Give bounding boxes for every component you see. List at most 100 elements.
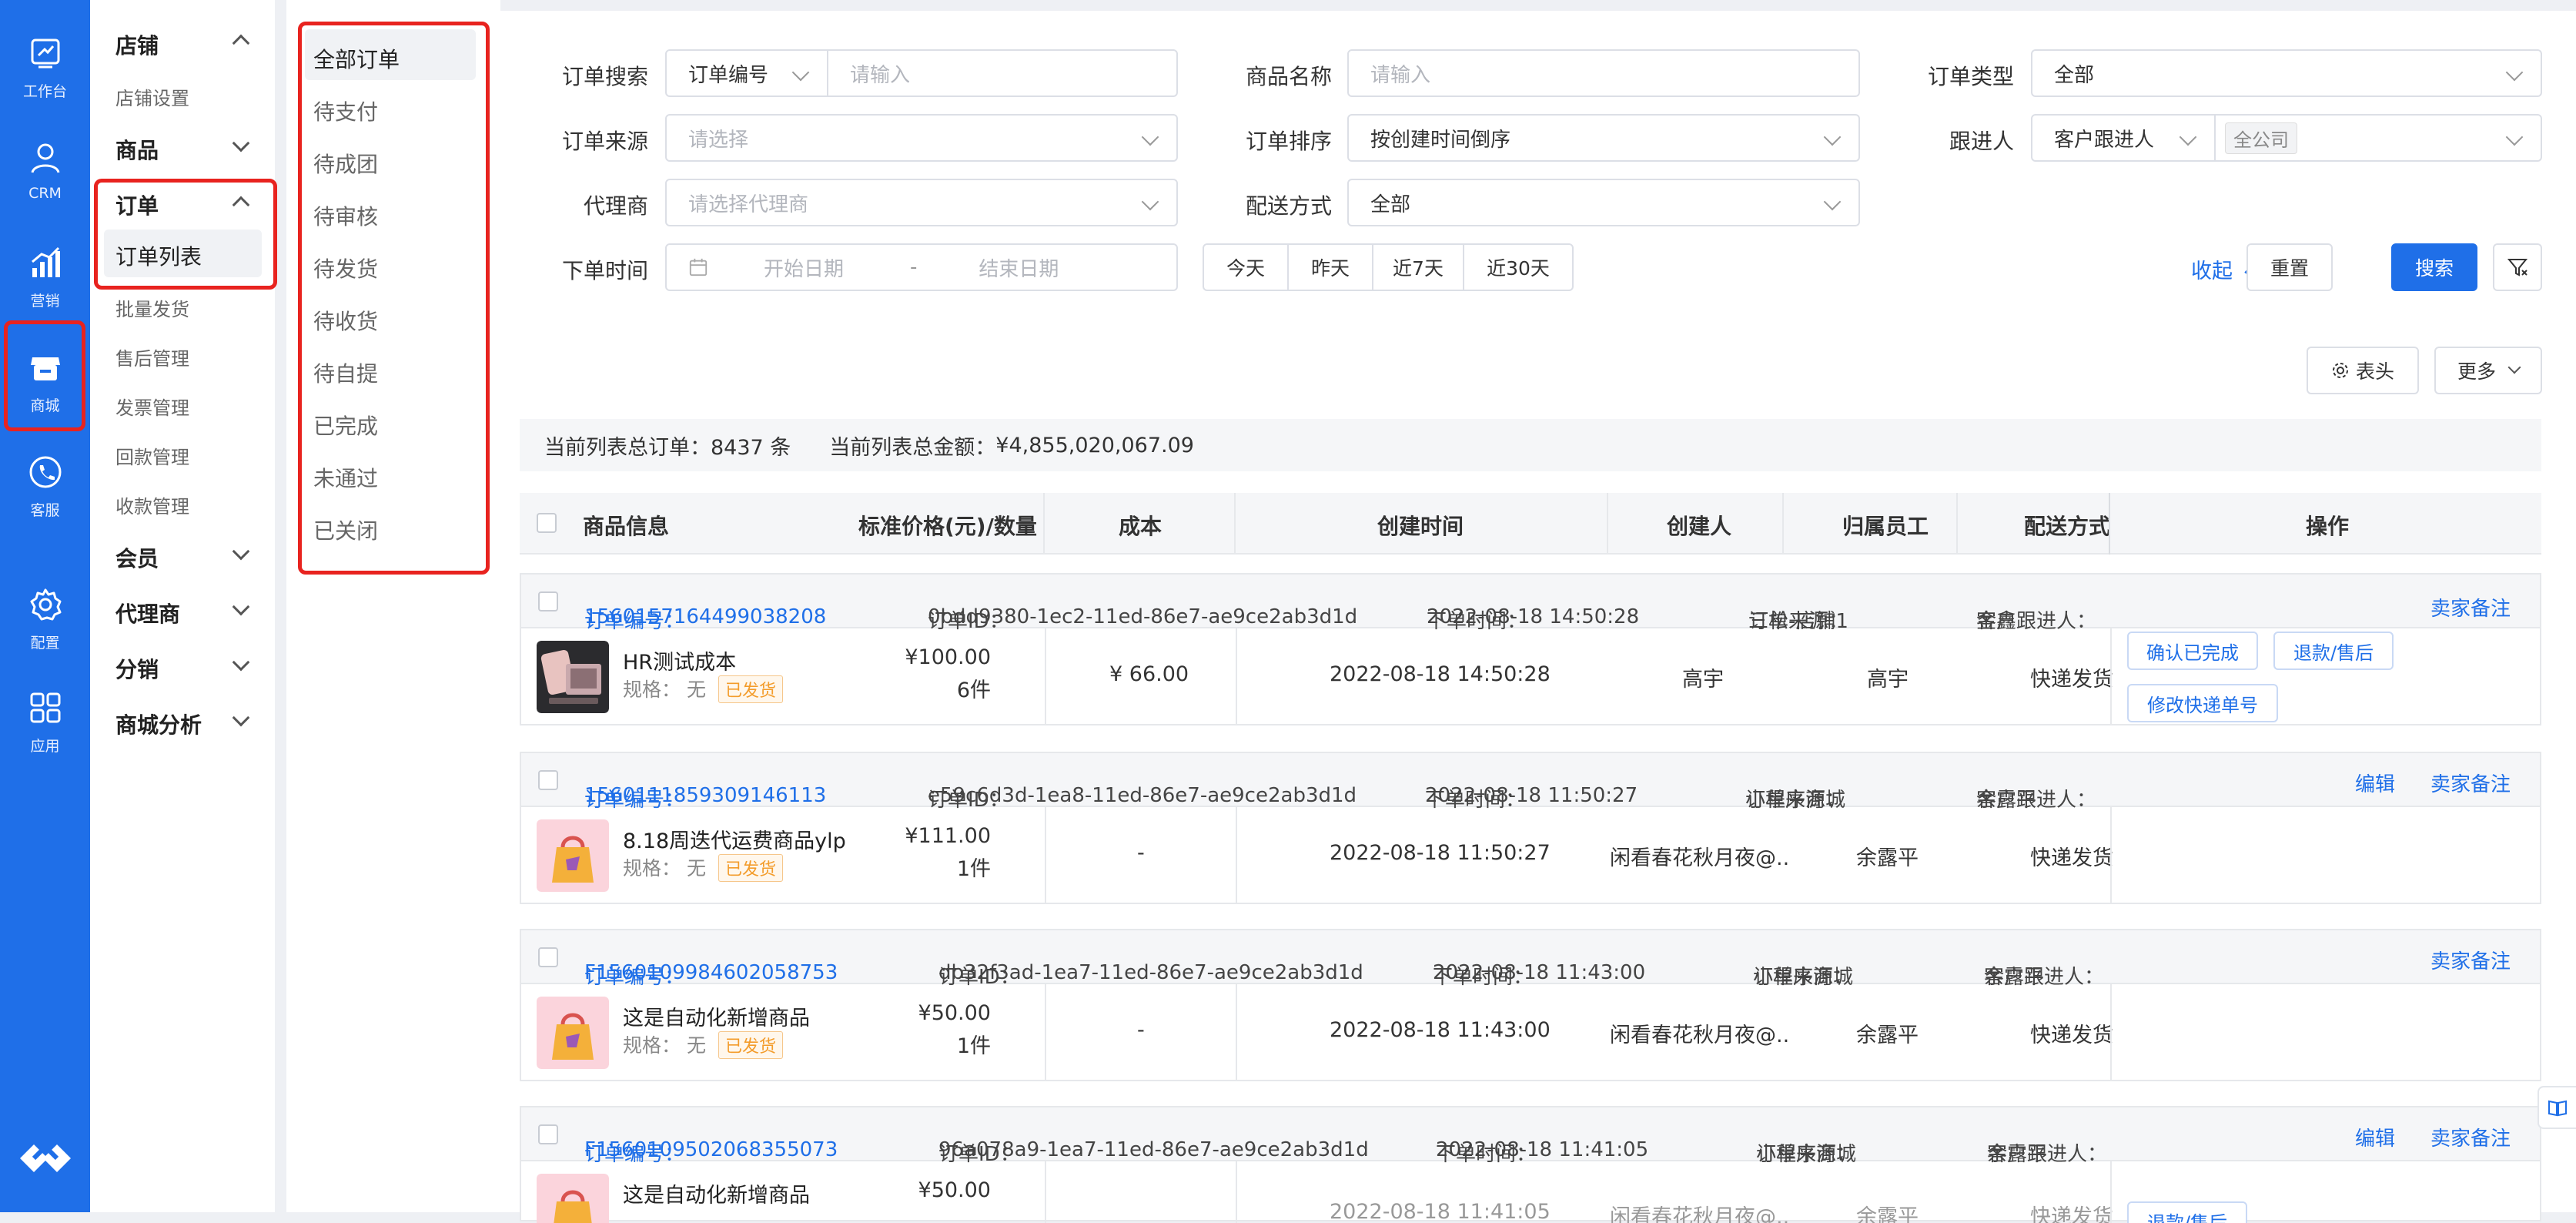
order-card: 订单编号： F1560109502068355073 订单ID： 96a078a9-… bbox=[520, 1106, 2541, 1223]
product-thumbnail bbox=[537, 819, 609, 892]
column-divider bbox=[1782, 493, 1784, 555]
reset-button[interactable]: 重置 bbox=[2246, 243, 2333, 291]
sidebar-item-store[interactable]: 店铺 bbox=[115, 29, 159, 60]
date-separator: - bbox=[910, 256, 918, 279]
delivery-value: 全部 bbox=[1370, 193, 1411, 216]
sidebar-item-analytics[interactable]: 商城分析 bbox=[115, 709, 202, 739]
product-name-input[interactable]: 请输入 bbox=[1347, 49, 1860, 97]
select-all-checkbox[interactable] bbox=[537, 513, 557, 533]
edit-link[interactable]: 编辑 bbox=[2355, 1123, 2395, 1151]
order-checkbox[interactable] bbox=[538, 1124, 558, 1144]
chart-icon bbox=[31, 246, 60, 277]
quick-date-yesterday[interactable]: 昨天 bbox=[1287, 243, 1373, 291]
sidebar-item-after-sales[interactable]: 售后管理 bbox=[115, 343, 189, 370]
order-type-select[interactable]: 全部 bbox=[2031, 49, 2542, 97]
order-id-value: 0bdd9380-1ec2-11ed-86e7-ae9ce2ab3d1d bbox=[928, 605, 1358, 628]
order-source-select[interactable]: 请选择 bbox=[665, 114, 1178, 162]
sidebar-item-store-settings[interactable]: 店铺设置 bbox=[115, 83, 189, 110]
edit-tracking-number-button[interactable]: 修改快递单号 bbox=[2127, 684, 2278, 722]
order-number-value: F1560109502068355073 bbox=[584, 1138, 838, 1161]
creator: 闲看春花秋月夜@... bbox=[1610, 1024, 1791, 1047]
rail-item-service[interactable]: 客服 bbox=[0, 447, 90, 539]
order-checkbox[interactable] bbox=[538, 947, 558, 967]
rail-label: 工作台 bbox=[22, 83, 67, 100]
gear-icon bbox=[2332, 363, 2348, 378]
follower-type-value: 客户跟进人 bbox=[2054, 128, 2155, 152]
quick-date-today[interactable]: 今天 bbox=[1203, 243, 1289, 291]
staff: 余露平 bbox=[1856, 1024, 1919, 1047]
product-name[interactable]: 这是自动化新增商品 bbox=[623, 1178, 810, 1208]
delivery-method: 快递发货 bbox=[2030, 1024, 2113, 1047]
highlight-box-status bbox=[298, 22, 490, 575]
refund-after-sales-button[interactable]: 退款/售后 bbox=[2273, 632, 2394, 670]
follower-type-select[interactable]: 客户跟进人 bbox=[2031, 114, 2216, 162]
seller-note-link[interactable]: 卖家备注 bbox=[2430, 593, 2511, 622]
product-name[interactable]: HR测试成本 bbox=[623, 645, 736, 675]
confirm-complete-button[interactable]: 确认已完成 bbox=[2127, 632, 2258, 670]
sidebar-item-collection[interactable]: 收款管理 bbox=[115, 491, 189, 518]
created-time: 2022-08-18 14:50:28 bbox=[1330, 662, 1551, 686]
staff: 余露平 bbox=[1856, 846, 1919, 870]
user-icon bbox=[31, 143, 59, 173]
sidebar-item-distribution[interactable]: 分销 bbox=[115, 653, 159, 684]
order-checkbox[interactable] bbox=[538, 591, 558, 612]
start-date-placeholder: 开始日期 bbox=[764, 257, 845, 281]
highlight-box-orders bbox=[94, 179, 277, 290]
highlight-box-mall bbox=[4, 320, 85, 431]
rail-item-crm[interactable]: CRM bbox=[0, 132, 90, 225]
chevron-down-icon bbox=[1823, 128, 1842, 146]
seller-note-link[interactable]: 卖家备注 bbox=[2430, 769, 2511, 797]
product-name[interactable]: 这是自动化新增商品 bbox=[623, 1001, 810, 1031]
rail-item-dashboard[interactable]: 工作台 bbox=[0, 28, 90, 120]
seller-note-link[interactable]: 卖家备注 bbox=[2430, 1123, 2511, 1151]
dashboard-icon bbox=[31, 39, 59, 69]
order-search-type-value: 订单编号 bbox=[688, 63, 769, 87]
sidebar-item-refund-mgmt[interactable]: 回款管理 bbox=[115, 442, 189, 469]
column-divider bbox=[1045, 807, 1046, 904]
product-price: ¥50.00 bbox=[918, 1178, 991, 1202]
order-card: 订单编号： 1560157164499038208 订单ID： 0bdd9380-1… bbox=[520, 573, 2541, 725]
agent-label: 代理商 bbox=[583, 193, 648, 219]
search-button[interactable]: 搜索 bbox=[2391, 243, 2477, 291]
rail-item-marketing[interactable]: 营销 bbox=[0, 237, 90, 330]
order-checkbox[interactable] bbox=[538, 770, 558, 790]
quick-date-7days[interactable]: 近7天 bbox=[1372, 243, 1464, 291]
seller-note-link[interactable]: 卖家备注 bbox=[2430, 946, 2511, 974]
rail-item-config[interactable]: 配置 bbox=[0, 579, 90, 672]
refund-after-sales-button[interactable]: 退款/售后 bbox=[2127, 1201, 2247, 1223]
order-time-value: 2022-08-18 11:41:05 bbox=[1436, 1138, 1649, 1161]
order-search-label: 订单搜索 bbox=[561, 64, 648, 89]
grid-icon bbox=[30, 692, 60, 723]
edit-link[interactable]: 编辑 bbox=[2355, 769, 2395, 797]
sidebar-item-batch-ship[interactable]: 批量发货 bbox=[115, 294, 189, 321]
filter-settings-button[interactable] bbox=[2493, 243, 2542, 291]
agent-select[interactable]: 请选择代理商 bbox=[665, 179, 1178, 226]
sidebar-item-goods[interactable]: 商品 bbox=[115, 134, 159, 165]
column-divider bbox=[1234, 493, 1236, 555]
order-card-body: HR测试成本 规格： 无已发货 ¥100.00 6件 ¥ 66.00 2022-… bbox=[521, 628, 2540, 725]
sidebar-item-agent[interactable]: 代理商 bbox=[115, 598, 180, 628]
order-card: 订单编号： F1560109984602058753 订单ID： db32f3ad-… bbox=[520, 929, 2541, 1081]
follower-scope-select[interactable]: 全公司 bbox=[2214, 114, 2542, 162]
more-button[interactable]: 更多 bbox=[2434, 347, 2542, 394]
product-spec: 规格： 无已发货 bbox=[623, 1030, 783, 1059]
product-name-label: 商品名称 bbox=[1245, 64, 1332, 89]
product-qty: 6件 bbox=[956, 679, 991, 702]
columns-button[interactable]: 表头 bbox=[2307, 347, 2419, 394]
quick-date-30days[interactable]: 近30天 bbox=[1463, 243, 1574, 291]
help-doc-tab[interactable] bbox=[2538, 1086, 2576, 1129]
order-date-range-picker[interactable]: 开始日期 - 结束日期 bbox=[665, 243, 1178, 291]
order-card: 订单编号： 1560111859309146113 订单ID： e59c6d3d-1… bbox=[520, 752, 2541, 904]
order-search-input[interactable]: 请输入 bbox=[827, 49, 1178, 97]
product-name[interactable]: 8.18周迭代运费商品ylp bbox=[623, 824, 846, 854]
order-sort-select[interactable]: 按创建时间倒序 bbox=[1347, 114, 1860, 162]
rail-item-apps[interactable]: 应用 bbox=[0, 682, 90, 775]
order-search-type-select[interactable]: 订单编号 bbox=[665, 49, 828, 97]
column-divider bbox=[2110, 807, 2112, 904]
delivery-select[interactable]: 全部 bbox=[1347, 179, 1860, 226]
sidebar-item-invoice[interactable]: 发票管理 bbox=[115, 393, 189, 420]
agent-placeholder: 请选择代理商 bbox=[688, 193, 809, 216]
sidebar-item-member[interactable]: 会员 bbox=[115, 542, 159, 573]
th-creator: 创建人 bbox=[1667, 514, 1732, 539]
order-number-value: 1560157164499038208 bbox=[584, 605, 827, 628]
